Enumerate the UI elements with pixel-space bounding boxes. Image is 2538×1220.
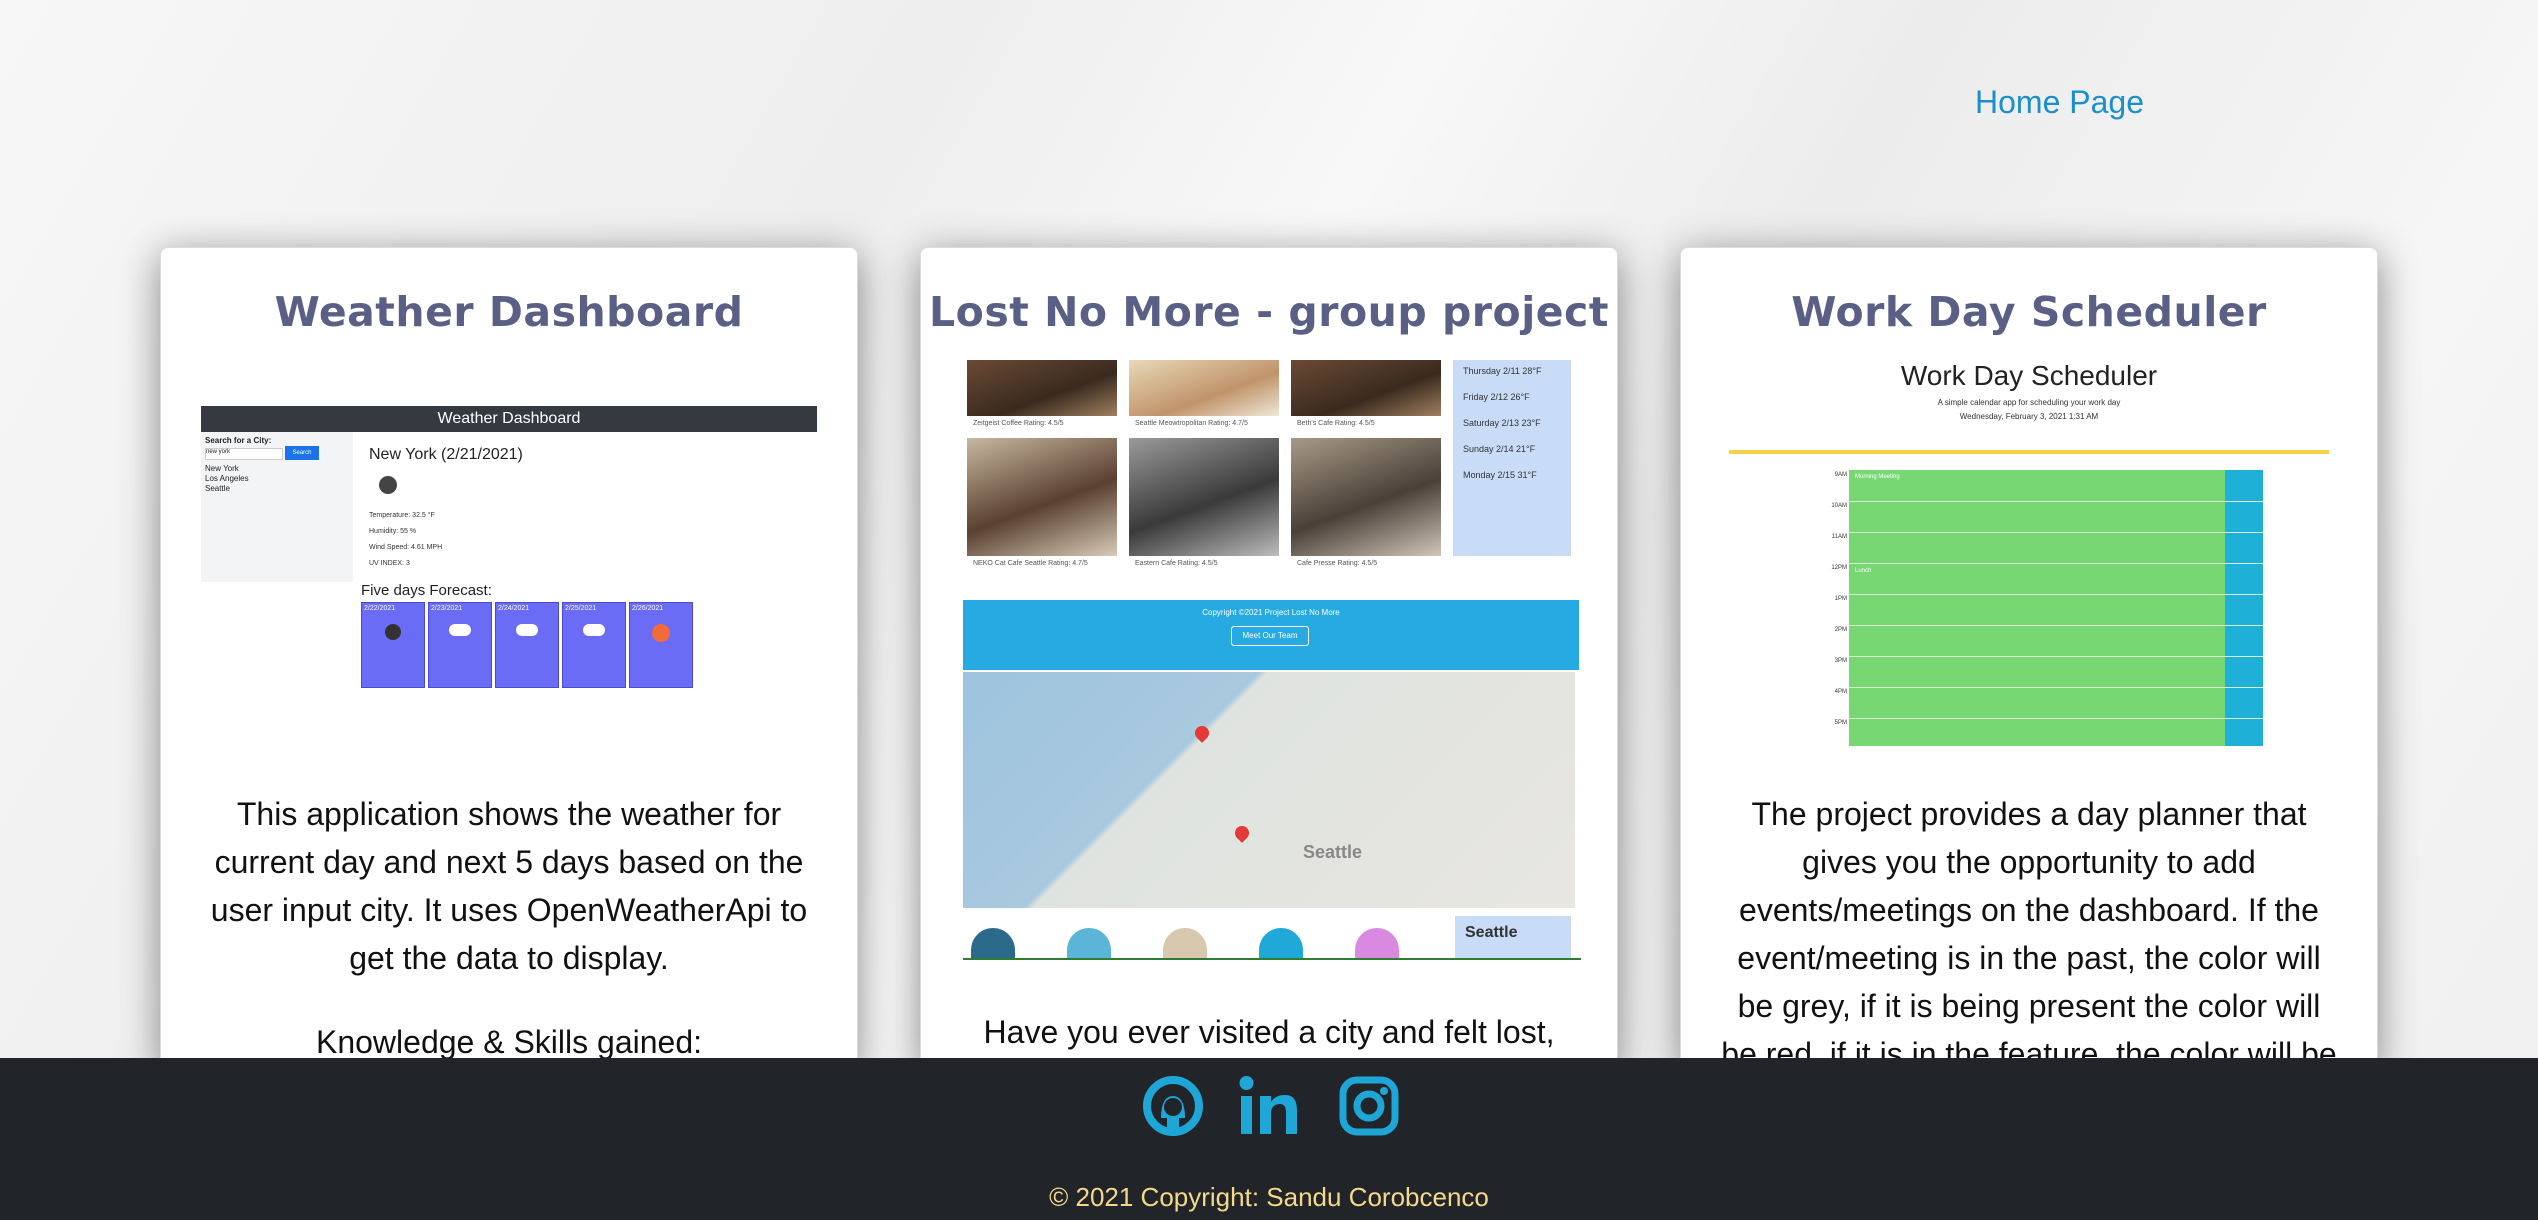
cloud-icon — [449, 624, 471, 636]
project-card-weather: Weather Dashboard Weather Dashboard Sear… — [160, 247, 858, 1069]
cafe-photo — [967, 360, 1117, 416]
home-page-link[interactable]: Home Page — [1975, 84, 2144, 121]
forecast-panel: Thursday 2/11 28°F Friday 2/12 26°F Satu… — [1453, 360, 1571, 556]
schedule-future-block: Morning Meeting Lunch — [1849, 470, 2225, 746]
city-card: Seattle — [1455, 916, 1571, 960]
cafe-photo — [967, 438, 1117, 556]
team-avatar — [1259, 928, 1303, 960]
card-description: This application shows the weather for c… — [210, 796, 808, 976]
project-card-lost-no-more: Lost No More - group project Zeitgeist C… — [920, 247, 1618, 1069]
cafe-photo — [1129, 360, 1279, 416]
project-screenshot[interactable]: Work Day Scheduler A simple calendar app… — [1729, 360, 2329, 750]
card-title: Weather Dashboard — [274, 288, 744, 336]
team-avatar — [1355, 928, 1399, 960]
forecast-day: 2/26/2021 — [629, 602, 693, 688]
save-buttons-column — [2225, 470, 2263, 746]
forecast-day: 2/24/2021 — [495, 602, 559, 688]
team-avatar — [1163, 928, 1207, 960]
project-screenshot[interactable]: Weather Dashboard Search for a City: new… — [201, 406, 817, 698]
weather-icon — [379, 476, 397, 494]
linkedin-icon[interactable] — [1237, 1074, 1301, 1138]
cafe-photo — [1291, 360, 1441, 416]
project-screenshot[interactable]: Zeitgeist Coffee Rating: 4.5/5 Seattle M… — [963, 360, 1581, 960]
github-icon[interactable] — [1141, 1074, 1205, 1138]
map-pin-icon — [1192, 723, 1212, 743]
card-title: Work Day Scheduler — [1791, 288, 2267, 336]
card-description: The project provides a day planner that … — [1721, 796, 2337, 1069]
divider — [1729, 450, 2329, 454]
screenshot-header: Weather Dashboard — [201, 406, 817, 432]
map-pin-icon — [1232, 823, 1252, 843]
sun-icon — [652, 624, 670, 642]
screenshot-sidebar: Search for a City: new york Search New Y… — [201, 432, 353, 582]
team-avatar — [1067, 928, 1111, 960]
map: Seattle — [963, 672, 1575, 908]
cloud-icon — [583, 624, 605, 636]
divider — [963, 958, 1581, 960]
screenshot-footer: Copyright ©2021 Project Lost No More Mee… — [963, 600, 1579, 670]
cafe-photo — [1129, 438, 1279, 556]
forecast-day: 2/23/2021 — [428, 602, 492, 688]
card-title: Lost No More - group project — [929, 288, 1609, 336]
snow-icon — [385, 624, 401, 640]
cloud-icon — [516, 624, 538, 636]
forecast-day: 2/22/2021 — [361, 602, 425, 688]
copyright-text: © 2021 Copyright: Sandu Corobcenco — [1049, 1182, 1489, 1212]
team-avatar — [971, 928, 1015, 960]
cafe-photo — [1291, 438, 1441, 556]
card-description: Have you ever visited a city and felt lo… — [983, 1014, 1555, 1050]
instagram-icon[interactable] — [1337, 1074, 1401, 1138]
forecast-day: 2/25/2021 — [562, 602, 626, 688]
project-card-work-day-scheduler: Work Day Scheduler Work Day Scheduler A … — [1680, 247, 2378, 1069]
